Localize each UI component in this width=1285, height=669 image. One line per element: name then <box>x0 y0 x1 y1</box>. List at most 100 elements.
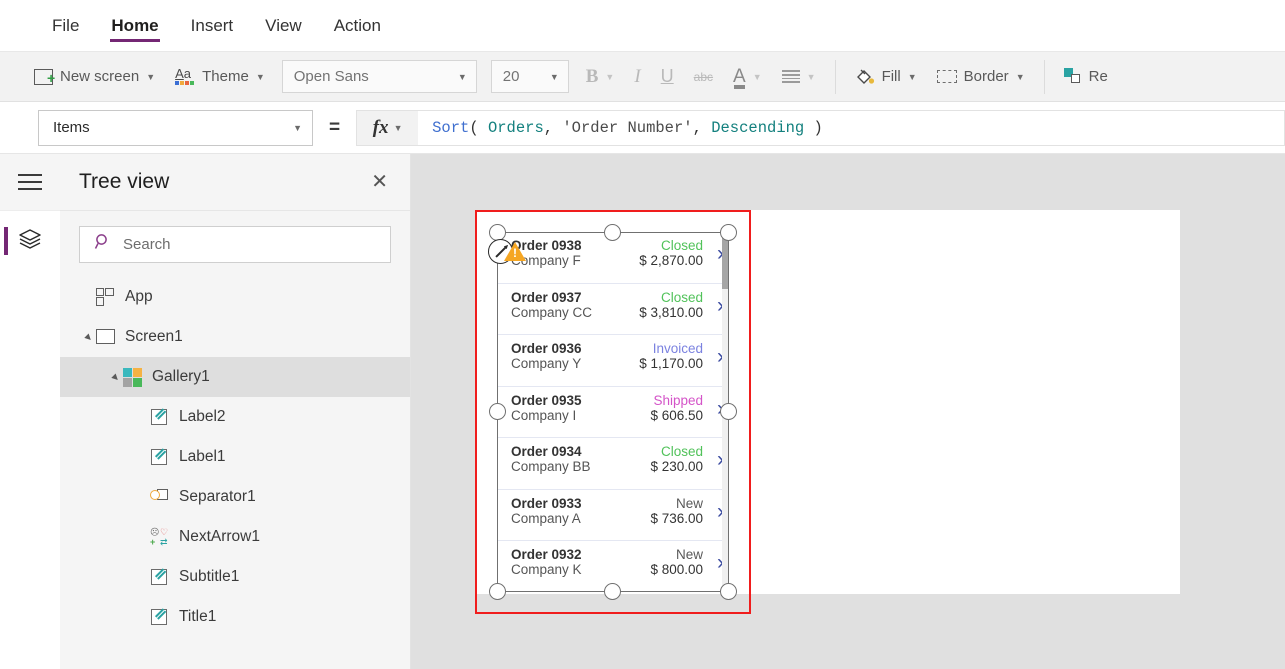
gallery-icon <box>123 368 143 387</box>
new-screen-button[interactable]: New screen ▼ <box>24 60 165 94</box>
tree-item-title1[interactable]: Title1 <box>60 597 410 637</box>
theme-button[interactable]: Aa Theme ▼ <box>165 60 275 94</box>
strikethrough-button[interactable]: abc <box>684 60 723 94</box>
tree-item-label: Title1 <box>179 608 216 626</box>
formula-token-punct: ) <box>804 119 823 137</box>
chevron-down-icon: ▼ <box>908 72 917 82</box>
new-screen-icon <box>34 69 53 85</box>
resize-handle-bottom-right[interactable] <box>720 583 737 600</box>
main-area: Tree view ✕ Search App ▶ Screen1 ▶ Gallery1 L… <box>0 154 1285 669</box>
label-icon <box>150 608 170 627</box>
fx-button[interactable]: fx ▼ <box>356 110 418 146</box>
resize-handle-middle-left[interactable] <box>489 403 506 420</box>
tree-view-panel: Tree view ✕ Search App ▶ Screen1 ▶ Gallery1 L… <box>60 154 411 669</box>
search-icon <box>94 233 112 256</box>
screen-icon <box>96 328 116 347</box>
property-select[interactable]: Items ▼ <box>38 110 313 146</box>
chevron-down-icon: ▼ <box>807 72 816 82</box>
chevron-down-icon: ▼ <box>1016 72 1025 82</box>
align-icon <box>782 70 800 82</box>
tree-item-nextarrow1[interactable]: ☹♡+⇄NextArrow1 <box>60 517 410 557</box>
italic-button[interactable]: I <box>624 60 650 94</box>
property-value: Items <box>53 119 90 136</box>
tree-item-app[interactable]: App <box>60 277 410 317</box>
icons-icon: ☹♡+⇄ <box>150 528 170 547</box>
tree-item-screen1[interactable]: ▶ Screen1 <box>60 317 410 357</box>
chevron-down-icon: ▼ <box>146 72 155 82</box>
search-container: Search <box>60 211 410 277</box>
close-icon[interactable]: ✕ <box>371 172 388 192</box>
font-color-button[interactable]: A ▼ <box>723 60 772 94</box>
strikethrough-icon: abc <box>694 70 713 84</box>
font-size-value: 20 <box>503 68 520 85</box>
fill-label: Fill <box>882 68 901 85</box>
chevron-down-icon: ▼ <box>394 123 403 133</box>
border-button[interactable]: Border ▼ <box>927 60 1035 94</box>
tree-item-label2[interactable]: Label2 <box>60 397 410 437</box>
tree-item-label: Gallery1 <box>152 368 210 386</box>
resize-handle-top-right[interactable] <box>720 224 737 241</box>
tree-item-label1[interactable]: Label1 <box>60 437 410 477</box>
formula-bar: Items ▼ = fx ▼ Sort( Orders, 'Order Numb… <box>0 102 1285 154</box>
toolbar-divider <box>835 60 836 94</box>
menu-item-home[interactable]: Home <box>95 0 174 52</box>
formula-token-str: 'Order Number' <box>562 119 692 137</box>
menu-item-action[interactable]: Action <box>318 0 397 52</box>
underline-icon: U <box>661 66 674 87</box>
warning-icon[interactable]: ! <box>504 242 526 261</box>
fill-button[interactable]: Fill ▼ <box>845 60 927 94</box>
resize-handle-middle-right[interactable] <box>720 403 737 420</box>
tree-view-title: Tree view <box>79 170 169 194</box>
formula-token-ident: Orders <box>488 119 544 137</box>
formula-token-fn: Sort <box>432 119 469 137</box>
font-size-select[interactable]: 20 ▼ <box>491 60 569 93</box>
resize-handle-bottom-center[interactable] <box>604 583 621 600</box>
chevron-down-icon: ▼ <box>293 123 302 133</box>
formula-token-punct: ( <box>469 119 488 137</box>
bold-button[interactable]: B ▼ <box>576 60 625 94</box>
twisty-spacer <box>138 572 148 582</box>
formula-input[interactable]: Sort( Orders, 'Order Number', Descending… <box>418 110 1285 146</box>
menu-item-view[interactable]: View <box>249 0 318 52</box>
new-screen-label: New screen <box>60 68 139 85</box>
tree-item-label: Label1 <box>179 448 226 466</box>
tree-item-subtitle1[interactable]: Subtitle1 <box>60 557 410 597</box>
search-input[interactable]: Search <box>79 226 391 263</box>
tree-item-label: Screen1 <box>125 328 183 346</box>
underline-button[interactable]: U <box>651 60 684 94</box>
fill-icon <box>855 68 875 86</box>
reorder-button[interactable]: Re <box>1054 60 1118 94</box>
menu-item-insert[interactable]: Insert <box>175 0 250 52</box>
expand-collapse-icon[interactable]: ▶ <box>81 329 97 345</box>
resize-handle-top-center[interactable] <box>604 224 621 241</box>
chevron-down-icon: ▼ <box>458 72 467 82</box>
hamburger-icon <box>18 169 42 194</box>
font-name-value: Open Sans <box>294 68 369 85</box>
fx-label: fx <box>373 117 389 139</box>
bold-icon: B <box>586 66 599 88</box>
hamburger-button[interactable] <box>0 154 60 211</box>
rail-item-tree-view[interactable] <box>0 211 60 271</box>
theme-icon: Aa <box>175 68 195 86</box>
app-icon <box>96 288 116 307</box>
menu-item-file[interactable]: File <box>36 0 95 52</box>
expand-collapse-icon[interactable]: ▶ <box>108 369 124 385</box>
tree-item-label: App <box>125 288 153 306</box>
equals-sign: = <box>329 117 340 139</box>
resize-handle-bottom-left[interactable] <box>489 583 506 600</box>
canvas-area[interactable]: Order 0938ClosedCompany F$ 2,870.00›Orde… <box>411 154 1285 669</box>
menu-bar: File Home Insert View Action <box>0 0 1285 52</box>
formula-token-punct: , <box>693 119 712 137</box>
formula-token-punct: , <box>544 119 563 137</box>
align-button[interactable]: ▼ <box>772 60 826 94</box>
chevron-down-icon: ▼ <box>550 72 559 82</box>
tree-item-gallery1[interactable]: ▶ Gallery1 <box>60 357 410 397</box>
reorder-label: Re <box>1089 68 1108 85</box>
search-placeholder: Search <box>123 236 171 253</box>
tree-item-separator1[interactable]: Separator1 <box>60 477 410 517</box>
formula-token-ident: Descending <box>711 119 804 137</box>
theme-label: Theme <box>202 68 249 85</box>
font-name-select[interactable]: Open Sans ▼ <box>282 60 477 93</box>
warning-exclamation: ! <box>513 247 517 259</box>
selection-border <box>475 210 751 614</box>
